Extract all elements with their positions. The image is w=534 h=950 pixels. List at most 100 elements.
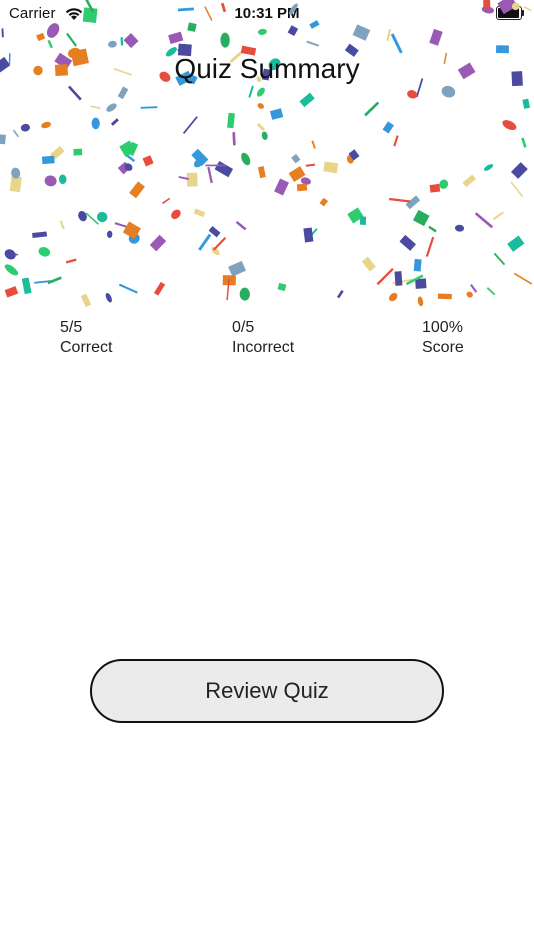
confetti-piece <box>142 155 154 167</box>
confetti-piece <box>110 118 119 126</box>
confetti-piece <box>470 284 478 293</box>
confetti-piece <box>413 258 422 272</box>
confetti-piece <box>454 224 465 232</box>
confetti-piece <box>90 105 101 110</box>
confetti-piece <box>441 85 456 98</box>
confetti-piece <box>212 237 227 251</box>
confetti-piece <box>474 212 494 229</box>
confetti-piece <box>483 0 491 9</box>
confetti-piece <box>388 292 398 302</box>
confetti-piece <box>91 117 100 130</box>
confetti-piece <box>382 121 395 134</box>
confetti-piece <box>41 155 55 165</box>
confetti-piece <box>153 281 166 296</box>
confetti-piece <box>205 164 226 167</box>
confetti-piece <box>513 272 533 285</box>
confetti-piece <box>323 161 339 174</box>
confetti-piece <box>227 112 235 129</box>
confetti-piece <box>36 32 46 42</box>
confetti-piece <box>437 293 452 300</box>
confetti-piece <box>66 32 78 47</box>
confetti-piece <box>502 120 517 131</box>
confetti-piece <box>522 98 531 109</box>
confetti-piece <box>73 148 83 156</box>
confetti-piece <box>193 208 206 218</box>
confetti-piece <box>85 212 99 225</box>
confetti-piece <box>393 135 399 147</box>
review-quiz-button[interactable]: Review Quiz <box>90 659 444 723</box>
confetti-piece <box>106 103 117 112</box>
confetti-piece <box>287 25 299 37</box>
confetti-piece <box>38 247 51 257</box>
confetti-piece <box>78 210 87 222</box>
confetti-piece <box>256 87 265 97</box>
confetti-piece <box>96 211 108 223</box>
confetti-piece <box>288 3 298 15</box>
page-title: Quiz Summary <box>174 53 360 84</box>
confetti-piece <box>21 277 32 295</box>
confetti-piece <box>4 264 19 276</box>
confetti-piece <box>291 153 301 164</box>
confetti-piece <box>305 163 316 167</box>
confetti-piece <box>462 174 476 188</box>
confetti-piece <box>386 28 392 42</box>
confetti-piece <box>523 6 532 12</box>
confetti-piece <box>376 267 394 286</box>
confetti-piece <box>352 24 371 41</box>
stat-score: 100% Score <box>422 318 464 358</box>
confetti-piece <box>65 258 77 264</box>
confetti-piece <box>120 37 124 46</box>
confetti-piece <box>105 292 112 303</box>
confetti-piece <box>123 33 139 49</box>
confetti-piece <box>204 6 213 21</box>
confetti-piece <box>510 162 528 179</box>
confetti-piece <box>492 211 504 221</box>
confetti-piece <box>486 287 496 296</box>
confetti-piece <box>0 133 6 145</box>
confetti-piece <box>493 252 506 266</box>
confetti-piece <box>168 31 184 45</box>
confetti-piece <box>162 197 171 205</box>
confetti-piece <box>140 106 158 109</box>
confetti-piece <box>32 231 48 238</box>
confetti-piece <box>248 85 254 98</box>
stat-correct-label: Correct <box>60 339 113 356</box>
confetti-piece <box>319 197 329 207</box>
stat-incorrect-label: Incorrect <box>232 339 295 356</box>
stat-score-label: Score <box>422 339 464 356</box>
confetti-piece <box>261 131 268 140</box>
confetti-piece <box>274 178 289 196</box>
confetti-piece <box>407 90 418 99</box>
confetti-piece <box>149 234 167 252</box>
confetti-piece <box>220 32 230 48</box>
confetti-piece <box>428 225 437 233</box>
confetti-piece <box>187 22 197 32</box>
confetti-piece <box>429 28 443 46</box>
confetti-piece <box>359 216 367 225</box>
confetti-piece <box>59 220 65 230</box>
confetti-piece <box>390 33 403 54</box>
confetti-piece <box>182 116 198 134</box>
confetti-piece <box>303 227 314 243</box>
confetti-piece <box>171 209 181 220</box>
confetti-piece <box>129 181 145 199</box>
confetti-piece <box>257 28 267 35</box>
confetti-piece <box>108 40 117 48</box>
confetti-piece <box>80 293 92 308</box>
confetti-piece <box>106 230 113 238</box>
confetti-piece <box>235 220 247 231</box>
confetti-piece <box>58 174 67 185</box>
confetti-piece <box>425 236 435 257</box>
confetti-piece <box>417 296 424 307</box>
confetti-piece <box>117 86 129 100</box>
confetti-piece <box>239 287 250 301</box>
confetti-piece <box>67 85 82 101</box>
confetti-piece <box>4 249 16 260</box>
confetti-piece <box>296 183 308 192</box>
confetti-piece <box>220 2 227 13</box>
stat-incorrect: 0/5 Incorrect <box>232 318 294 358</box>
confetti-piece <box>521 137 527 148</box>
stat-score-value: 100% <box>422 319 463 336</box>
confetti-piece <box>47 39 54 49</box>
confetti-piece <box>299 92 315 108</box>
